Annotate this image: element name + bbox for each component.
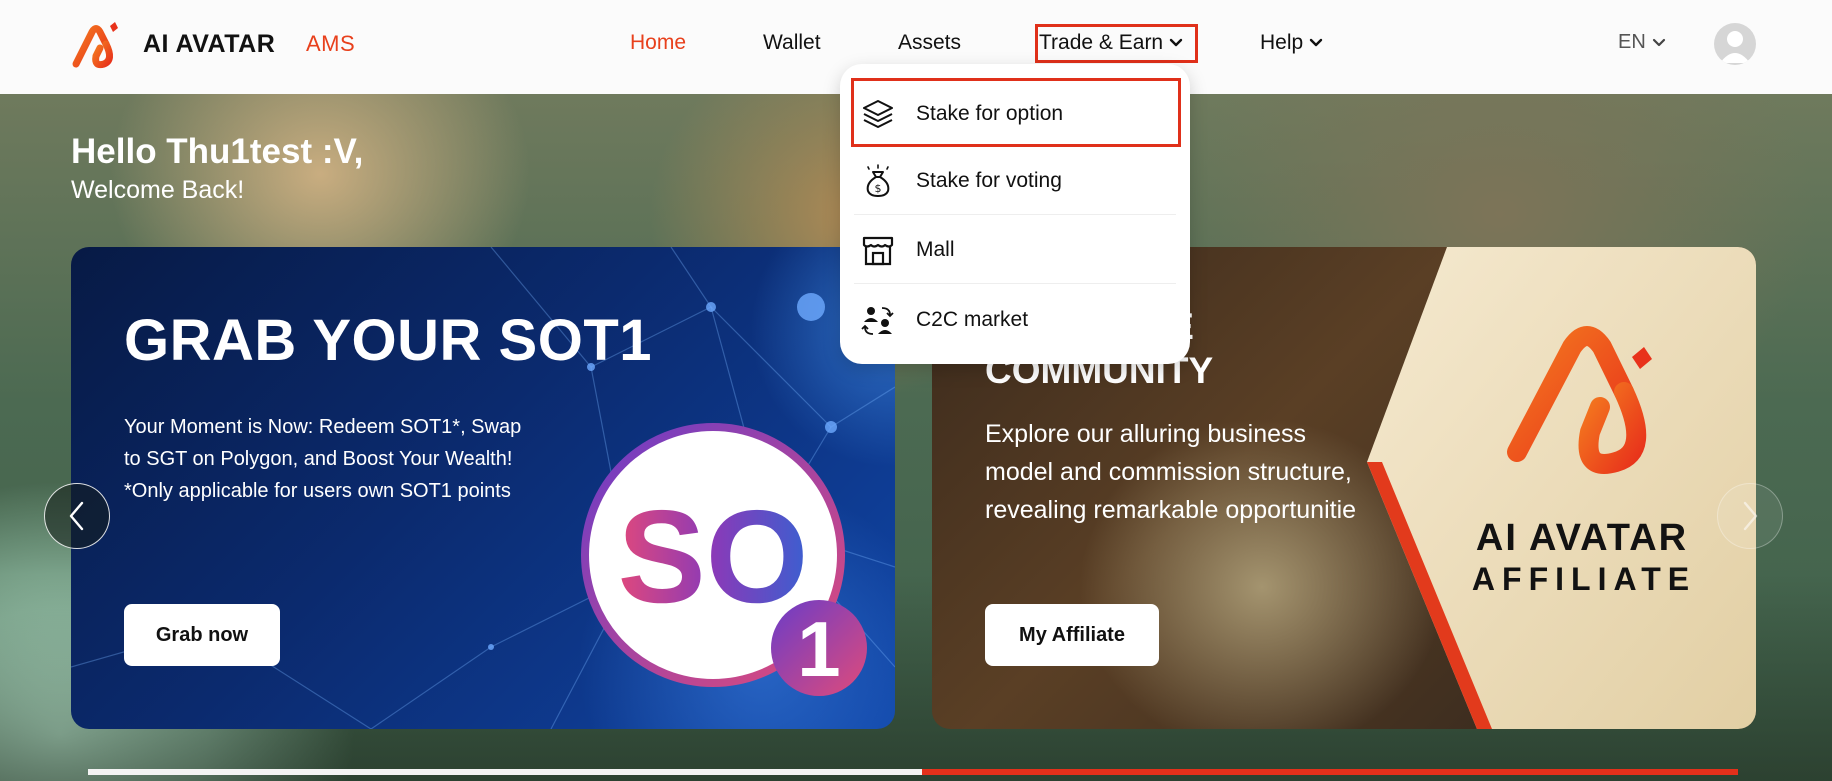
menu-item-label: C2C market [916,308,1029,331]
svg-text:$: $ [875,182,882,195]
avatar[interactable] [1714,23,1756,65]
nav-help-label: Help [1260,31,1304,54]
chevron-down-icon [1652,38,1665,46]
banner-line: to SGT on Polygon, and Boost Your Wealth… [124,448,513,470]
badge-text: SO [618,483,809,630]
carousel-prev-button[interactable] [44,483,110,549]
nav-help[interactable]: Help [1260,31,1323,55]
brand-logo-icon[interactable] [70,20,126,70]
user-icon [1720,31,1750,63]
banner-sot1[interactable]: GRAB YOUR SOT1 Your Moment is Now: Redee… [71,247,895,729]
menu-item-c2c-market[interactable]: C2C market [854,286,1176,354]
badge-number: 1 [797,605,840,693]
language-selector[interactable]: EN [1618,31,1666,54]
banner-description: Your Moment is Now: Redeem SOT1*, Swap t… [124,411,564,507]
menu-item-stake-for-voting[interactable]: $ Stake for voting [854,147,1176,215]
nav-assets[interactable]: Assets [898,31,961,55]
money-bag-icon: $ [866,163,890,197]
banner-line: *Only applicable for users own SOT1 poin… [124,480,511,502]
banner-title: GRAB YOUR SOT1 [124,308,653,373]
banner-description: Explore our alluring business model and … [985,420,1357,524]
menu-item-label: Mall [916,237,955,261]
my-affiliate-button[interactable]: My Affiliate [985,604,1159,666]
grab-now-button[interactable]: Grab now [124,604,280,666]
carousel-next-button[interactable] [1717,483,1783,549]
greeting-title: Hello Thu1test :V, [71,132,364,171]
menu-item-label: Stake for voting [916,168,1062,192]
banner-line: Your Moment is Now: Redeem SOT1*, Swap [124,416,522,438]
chevron-left-icon [69,501,84,531]
chevron-down-icon [1310,39,1323,47]
menu-item-mall[interactable]: Mall [854,216,1176,284]
users-exchange-icon [861,307,894,335]
chevron-right-icon [1743,501,1758,531]
stake-for-option-highlight [851,78,1181,147]
nav-home[interactable]: Home [630,31,686,55]
affiliate-logo-text: AI AVATAR [1475,517,1689,559]
brand-name: AI AVATAR [143,30,276,58]
brand-subtitle: AMS [306,31,356,56]
greeting-subtitle: Welcome Back! [71,176,245,204]
affiliate-logo-subtext: AFFILIATE [1471,561,1697,597]
trade-earn-dropdown: Stake for option $ Stake for voting Mall [840,64,1190,364]
language-label: EN [1618,31,1646,53]
trade-earn-highlight [1035,24,1198,63]
store-icon [862,236,894,265]
sot1-badge: SO 1 [581,423,867,696]
nav-wallet[interactable]: Wallet [763,31,821,55]
carousel-progress-fill [922,769,1738,775]
